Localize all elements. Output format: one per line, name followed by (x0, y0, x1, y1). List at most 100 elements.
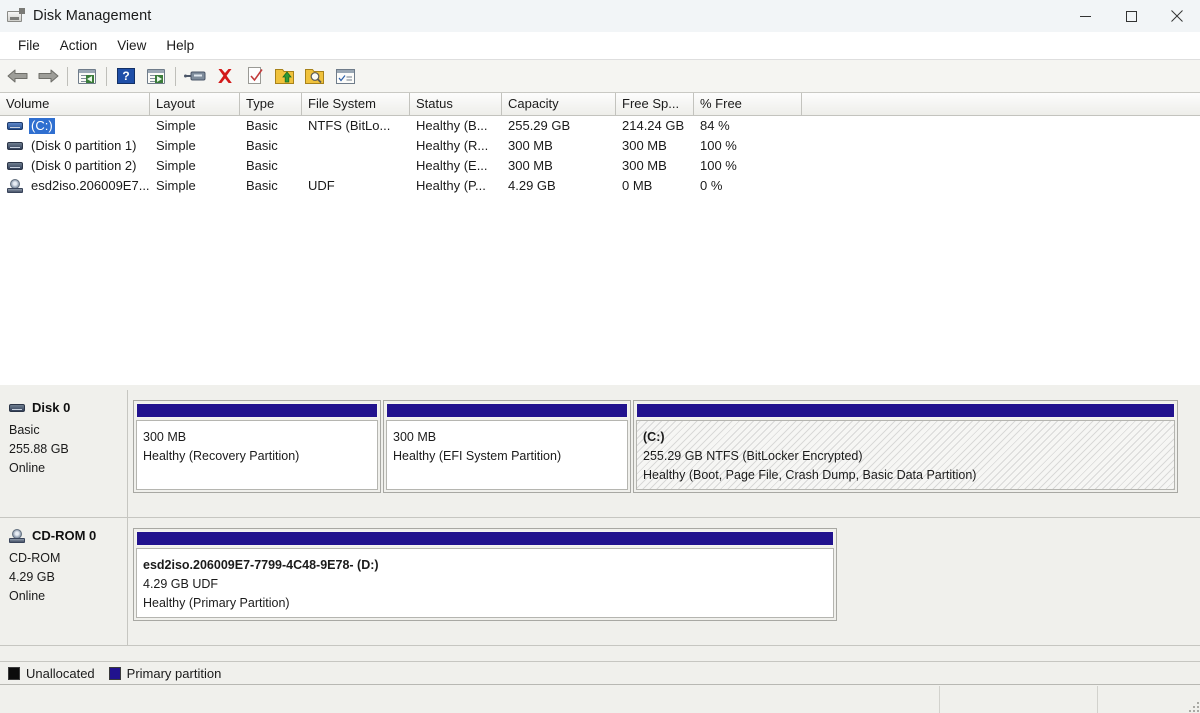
column-header-file-system[interactable]: File System (302, 93, 410, 116)
menu-action[interactable]: Action (51, 35, 107, 56)
status-bar (0, 686, 1200, 713)
disk-type: Basic (9, 421, 127, 440)
disk-panel-disk-0[interactable]: Disk 0 Basic 255.88 GB Online 300 MB Hea… (0, 390, 1200, 518)
disk-status: Online (9, 459, 127, 478)
cell-status: Healthy (P... (410, 176, 502, 196)
column-header-capacity[interactable]: Capacity (502, 93, 616, 116)
verify-disk-icon[interactable] (242, 64, 268, 88)
minimize-button[interactable] (1062, 0, 1108, 32)
export-list-icon[interactable] (272, 64, 298, 88)
column-header-status[interactable]: Status (410, 93, 502, 116)
status-cell-main (0, 686, 940, 713)
show-hide-console-tree-icon[interactable] (74, 64, 100, 88)
disk-title: CD-ROM 0 (9, 528, 127, 543)
disk-size: 4.29 GB (9, 568, 127, 587)
menu-bar: File Action View Help (0, 32, 1200, 60)
cell-layout: Simple (150, 156, 240, 176)
partition-volume-label: esd2iso.206009E7-7799-4C48-9E78- (D:) (143, 556, 833, 575)
menu-view[interactable]: View (108, 35, 155, 56)
cell-free-space: 0 MB (616, 176, 694, 196)
cd-rom-icon (7, 179, 23, 193)
back-arrow-icon[interactable] (5, 64, 31, 88)
cell-layout: Simple (150, 116, 240, 136)
search-folder-icon[interactable] (302, 64, 328, 88)
menu-file[interactable]: File (9, 35, 49, 56)
close-button[interactable] (1154, 0, 1200, 32)
volume-name: (C:) (29, 118, 55, 134)
column-header-type[interactable]: Type (240, 93, 302, 116)
forward-arrow-icon[interactable] (35, 64, 61, 88)
cell-status: Healthy (B... (410, 116, 502, 136)
partition-details: 300 MB Healthy (EFI System Partition) (386, 420, 628, 490)
partition-status: Healthy (Primary Partition) (143, 594, 833, 613)
partition-block[interactable]: esd2iso.206009E7-7799-4C48-9E78- (D:) 4.… (133, 528, 837, 621)
menu-help[interactable]: Help (157, 35, 203, 56)
partition-size: 4.29 GB UDF (143, 575, 833, 594)
table-row[interactable]: esd2iso.206009E7... Simple Basic UDF Hea… (0, 176, 1200, 196)
cell-status: Healthy (E... (410, 156, 502, 176)
cell-capacity: 4.29 GB (502, 176, 616, 196)
disk-partitions-disk-0: 300 MB Healthy (Recovery Partition) 300 … (128, 390, 1200, 517)
cell-capacity: 255.29 GB (502, 116, 616, 136)
legend: Unallocated Primary partition (0, 661, 1200, 685)
partition-capacity-bar (636, 403, 1175, 418)
legend-item-primary-partition: Primary partition (109, 666, 222, 681)
column-header-free-space[interactable]: Free Sp... (616, 93, 694, 116)
table-row[interactable]: (Disk 0 partition 1) Simple Basic Health… (0, 136, 1200, 156)
separator-3 (175, 67, 176, 86)
partition-capacity-bar (136, 531, 834, 546)
disk-info-disk-0: Disk 0 Basic 255.88 GB Online (0, 390, 128, 517)
table-row[interactable]: (C:) Simple Basic NTFS (BitLo... Healthy… (0, 116, 1200, 136)
column-header-layout[interactable]: Layout (150, 93, 240, 116)
partition-block[interactable]: 300 MB Healthy (EFI System Partition) (383, 400, 631, 493)
cell-percent-free: 84 % (694, 116, 802, 136)
cell-file-system (302, 156, 410, 176)
legend-item-unallocated: Unallocated (8, 666, 95, 681)
help-icon[interactable]: ? (113, 64, 139, 88)
properties-icon[interactable] (332, 64, 358, 88)
volume-list-pane: Volume Layout Type File System Status Ca… (0, 93, 1200, 386)
title-bar: Disk Management (0, 0, 1200, 33)
connect-drive-icon[interactable] (182, 64, 208, 88)
delete-icon[interactable] (212, 64, 238, 88)
hard-disk-icon (7, 140, 23, 152)
table-row[interactable]: (Disk 0 partition 2) Simple Basic Health… (0, 156, 1200, 176)
resize-grip[interactable] (1187, 700, 1199, 712)
partition-status: Healthy (Boot, Page File, Crash Dump, Ba… (643, 466, 1174, 485)
partition-size: 300 MB (393, 428, 627, 447)
show-hide-action-pane-icon[interactable] (143, 64, 169, 88)
cell-type: Basic (240, 176, 302, 196)
cell-volume[interactable]: esd2iso.206009E7... (0, 176, 150, 196)
legend-swatch-unallocated (8, 667, 20, 680)
cell-file-system: UDF (302, 176, 410, 196)
disk-name: CD-ROM 0 (32, 528, 96, 543)
column-header-percent-free[interactable]: % Free (694, 93, 802, 116)
partition-size: 300 MB (143, 428, 377, 447)
cell-free-space: 300 MB (616, 136, 694, 156)
partition-block[interactable]: 300 MB Healthy (Recovery Partition) (133, 400, 381, 493)
legend-label: Primary partition (127, 666, 222, 681)
cell-capacity: 300 MB (502, 156, 616, 176)
partition-block[interactable]: (C:) 255.29 GB NTFS (BitLocker Encrypted… (633, 400, 1178, 493)
cell-volume[interactable]: (Disk 0 partition 2) (0, 156, 150, 176)
disk-panel-cd-rom-0[interactable]: CD-ROM 0 CD-ROM 4.29 GB Online esd2iso.2… (0, 518, 1200, 646)
cd-rom-icon (9, 529, 25, 543)
cell-status: Healthy (R... (410, 136, 502, 156)
disk-partitions-cd-rom-0: esd2iso.206009E7-7799-4C48-9E78- (D:) 4.… (128, 518, 1200, 645)
cell-type: Basic (240, 156, 302, 176)
volume-name: (Disk 0 partition 1) (29, 138, 138, 154)
disk-status: Online (9, 587, 127, 606)
cell-volume[interactable]: (C:) (0, 116, 150, 136)
column-header-volume[interactable]: Volume (0, 93, 150, 116)
hard-disk-icon (9, 402, 25, 414)
partition-capacity-bar (136, 403, 378, 418)
partition-status: Healthy (Recovery Partition) (143, 447, 377, 466)
graphical-view-pane: Disk 0 Basic 255.88 GB Online 300 MB Hea… (0, 390, 1200, 660)
disk-name: Disk 0 (32, 400, 70, 415)
cell-volume[interactable]: (Disk 0 partition 1) (0, 136, 150, 156)
cell-percent-free: 100 % (694, 136, 802, 156)
maximize-button[interactable] (1108, 0, 1154, 32)
disk-management-window: Disk Management File Action View Help (0, 0, 1200, 713)
cell-percent-free: 0 % (694, 176, 802, 196)
column-header-filler (802, 93, 1200, 116)
